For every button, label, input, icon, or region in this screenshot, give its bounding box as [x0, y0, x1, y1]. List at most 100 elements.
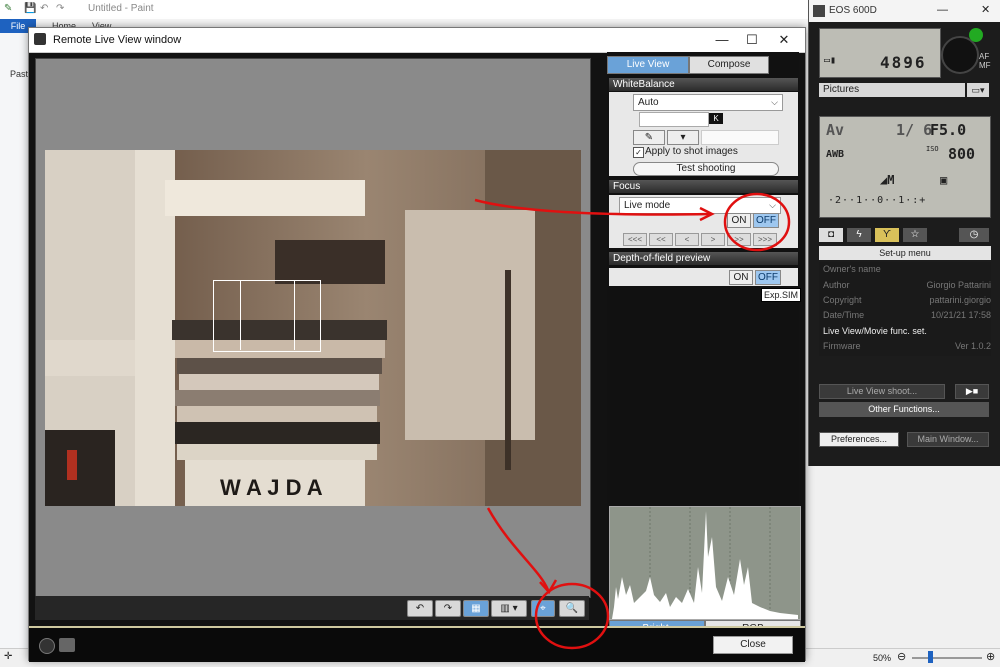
aperture-value[interactable]: F5.0 [930, 121, 966, 139]
focus-mode-value: Live mode [624, 200, 671, 211]
eos-shot-lcd: ▭▮ 4896 [819, 28, 941, 78]
grid-mode-button[interactable]: ▦ [463, 600, 489, 617]
menu-row-copyright[interactable]: Copyright pattarini.giorgio [821, 293, 993, 308]
zoom-slider[interactable] [912, 657, 982, 659]
pc-camera-icon [59, 638, 75, 652]
movie-icon[interactable]: ▶■ [955, 384, 989, 399]
test-shooting-button[interactable]: Test shooting [633, 162, 779, 176]
folder-button[interactable]: ▭▾ [967, 83, 989, 97]
setup-menu-header: Set-up menu [819, 246, 991, 260]
iso-value[interactable]: 800 [948, 145, 975, 163]
eos-minimize-button[interactable]: — [937, 4, 948, 16]
other-functions-button[interactable]: Other Functions... [819, 402, 989, 417]
eos-close-button[interactable]: ✕ [981, 3, 990, 16]
main-window-button[interactable]: Main Window... [907, 432, 989, 447]
shooting-mode[interactable]: Av [826, 121, 844, 139]
focus-nav-far-right[interactable]: >>> [753, 233, 777, 246]
kelvin-field[interactable] [639, 112, 709, 127]
iso-label: ISO [926, 145, 939, 153]
focus-nav-near-left[interactable]: < [675, 233, 699, 246]
rotate-left-button[interactable]: ↶ [407, 600, 433, 617]
zoom-out-icon[interactable]: ⊖ [897, 650, 906, 663]
live-view-shoot-button[interactable]: Live View shoot... [819, 384, 945, 399]
minimize-button[interactable]: — [707, 28, 737, 52]
exposure-scale[interactable]: ·2··1··0··1·:+ [828, 195, 926, 206]
save-icon[interactable]: 💾 [24, 3, 36, 14]
white-balance-panel: Auto ⌵ K ✎ ▾ ✓ Apply to shot images Test… [609, 92, 798, 176]
setup-menu-list: Owner's name Author Giorgio Pattarini Cop… [819, 262, 991, 356]
white-balance-mode[interactable]: AWB [826, 149, 844, 160]
histogram [609, 506, 801, 620]
live-view-image[interactable]: W A J D A [45, 150, 581, 506]
menu-row-owner[interactable]: Owner's name [821, 262, 993, 277]
record-indicator-icon [39, 638, 55, 654]
zoom-slider-thumb[interactable] [928, 651, 933, 663]
eos-utility-window: EOS 600D — ✕ ▭▮ 4896 AF MF Pictures ▭▾ Av… [808, 0, 1000, 466]
camera-settings-tab-icon[interactable]: ◘ [819, 228, 843, 242]
status-led-icon [969, 28, 983, 42]
white-balance-header: WhiteBalance [609, 78, 798, 91]
menu-row-firmware[interactable]: Firmware Ver 1.0.2 [821, 339, 993, 354]
timer-icon[interactable]: ◷ [959, 228, 989, 242]
expsim-badge: Exp.SIM [761, 288, 802, 302]
focus-nav-near-right[interactable]: > [701, 233, 725, 246]
eos-title-bar: EOS 600D — ✕ [809, 0, 1000, 22]
dof-off-button[interactable]: OFF [755, 270, 781, 285]
close-button[interactable]: Close [713, 636, 793, 654]
menu-row-liveview[interactable]: Live View/Movie func. set. [821, 324, 993, 339]
redo-icon[interactable]: ↷ [56, 3, 64, 14]
image-quality[interactable]: ◢M [880, 173, 894, 187]
zoom-level: 50% [873, 653, 892, 663]
wb-select[interactable]: Auto ⌵ [633, 94, 783, 111]
save-to-value: Pictures [823, 84, 860, 95]
paint-window-title: Untitled - Paint [88, 3, 154, 14]
drive-mode-icon[interactable]: ▣ [940, 173, 947, 187]
preferences-button[interactable]: Preferences... [819, 432, 899, 447]
maximize-button[interactable]: ☐ [737, 28, 767, 52]
zoom-in-icon[interactable]: ⊕ [986, 650, 995, 663]
wb-shift-dropdown[interactable]: ▾ [667, 130, 699, 145]
shots-remaining: 4896 [880, 53, 927, 72]
dof-on-button[interactable]: ON [729, 270, 753, 285]
remote-live-view-window: Remote Live View window — ☐ ✕ W A J D A … [28, 27, 806, 662]
focus-nav-mid-right[interactable]: >> [727, 233, 751, 246]
battery-icon: ▭▮ [824, 55, 837, 66]
paint-app-icon: ✎ [4, 3, 13, 14]
focus-on-button[interactable]: ON [727, 213, 751, 228]
rlv-bottom-bar: Close [29, 626, 805, 662]
eyedropper-button[interactable]: ✎ [633, 130, 665, 145]
apply-checkbox[interactable]: ✓ [633, 147, 644, 158]
rotate-right-button[interactable]: ↷ [435, 600, 461, 617]
tab-compose[interactable]: Compose [689, 56, 769, 74]
eos-title: EOS 600D [829, 5, 877, 16]
paint-left-pane: Paste [0, 33, 33, 666]
live-view-frame: W A J D A [35, 58, 591, 598]
setup-tab-icon[interactable]: Ƴ [875, 228, 899, 242]
crosshair-icon: ✛ [4, 651, 13, 662]
tab-live-view[interactable]: Live View [607, 56, 689, 74]
kelvin-label: K [709, 113, 723, 124]
undo-icon[interactable]: ↶ [40, 3, 48, 14]
wb-shift-field [701, 130, 779, 145]
close-window-button[interactable]: ✕ [769, 28, 799, 52]
rlv-title: Remote Live View window [53, 34, 182, 46]
focus-off-button[interactable]: OFF [753, 213, 779, 228]
shutter-speed[interactable]: 1/ 6 [896, 121, 932, 139]
focus-area-button[interactable]: ⌖ [531, 600, 555, 617]
flash-tab-icon[interactable]: ϟ [847, 228, 871, 242]
eos-app-icon [813, 5, 825, 17]
save-to-select[interactable]: Pictures [819, 83, 965, 97]
focus-nav-mid-left[interactable]: << [649, 233, 673, 246]
right-control-panel: Live View Compose WhiteBalance Auto ⌵ K … [607, 52, 802, 638]
dof-header: Depth-of-field preview [609, 252, 798, 265]
focus-nav-far-left[interactable]: <<< [623, 233, 647, 246]
chevron-down-icon: ⌵ [771, 97, 778, 107]
focus-mode-select[interactable]: Live mode ⌵ [619, 197, 781, 214]
zoom-button[interactable]: 🔍 [559, 600, 585, 617]
photo-text: W A J D A [220, 475, 323, 500]
menu-row-author[interactable]: Author Giorgio Pattarini [821, 278, 993, 293]
my-menu-tab-icon[interactable]: ☆ [903, 228, 927, 242]
live-view-toolbar: ↶ ↷ ▦ ▥ ▾ ⌖ 🔍 [35, 596, 589, 620]
grid-dropdown-button[interactable]: ▥ ▾ [491, 600, 527, 617]
menu-row-datetime[interactable]: Date/Time 10/21/21 17:58 [821, 308, 993, 323]
